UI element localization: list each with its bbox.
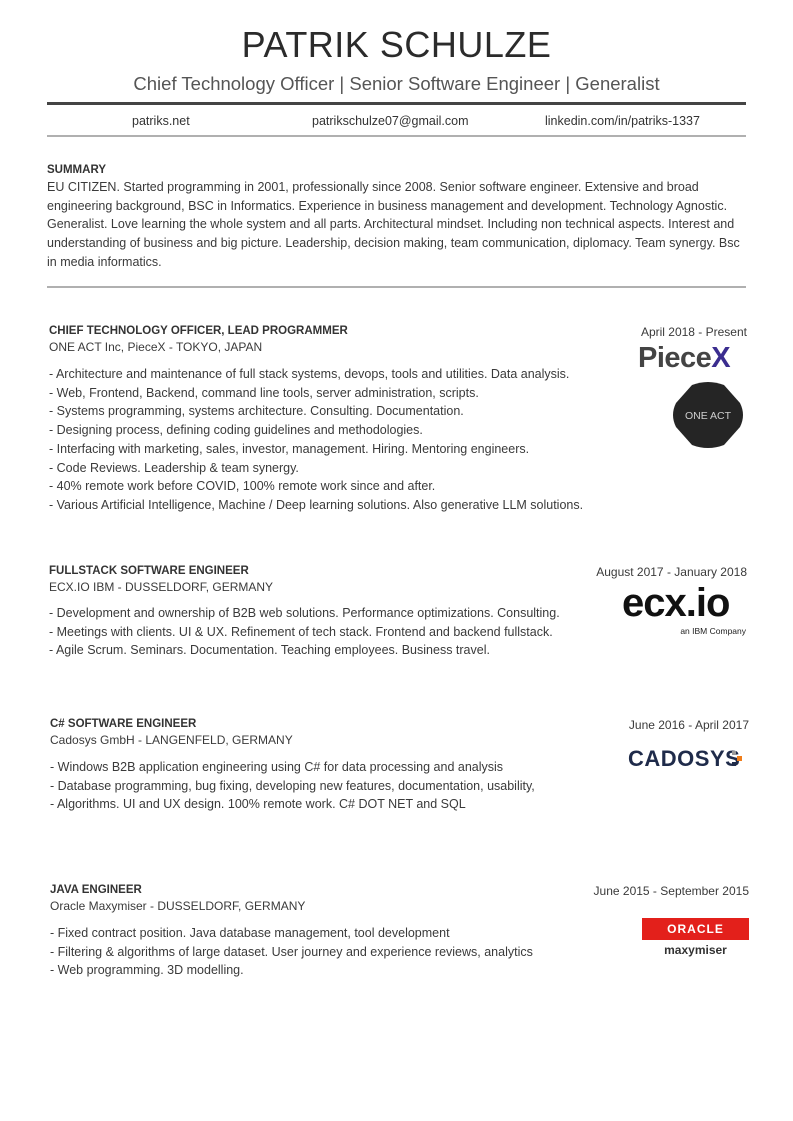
cadosys-logo: CADOSYS [628, 746, 742, 772]
summary-divider [47, 286, 746, 288]
ecxio-logo: ecx.io an IBM Company [622, 583, 746, 636]
oracle-logo-text: ORACLE [642, 918, 749, 940]
job-bullet: Development and ownership of B2B web sol… [49, 604, 624, 623]
cadosys-logo-text: CADOSYS [628, 746, 741, 771]
job-bullets: Development and ownership of B2B web sol… [49, 604, 624, 660]
summary-heading: SUMMARY [47, 164, 106, 176]
website-link[interactable]: patriks.net [132, 114, 190, 128]
job-date: August 2017 - January 2018 [596, 565, 747, 579]
job-bullets: Architecture and maintenance of full sta… [49, 365, 639, 515]
job-bullet: Windows B2B application engineering usin… [50, 758, 610, 777]
job-title: JAVA ENGINEER [50, 884, 142, 896]
job-bullet: 40% remote work before COVID, 100% remot… [49, 477, 639, 496]
email-link[interactable]: patrikschulze07@gmail.com [312, 114, 469, 128]
piecex-logo: PieceX [638, 342, 731, 375]
maxymiser-logo-text: maxymiser [664, 943, 727, 957]
job-bullet: Meetings with clients. UI & UX. Refineme… [49, 623, 624, 642]
oracle-maxymiser-logo: ORACLE maxymiser [642, 918, 749, 957]
job-bullet: Various Artificial Intelligence, Machine… [49, 496, 639, 515]
job-company: ECX.IO IBM - DUSSELDORF, GERMANY [49, 580, 274, 594]
job-date: June 2015 - September 2015 [593, 884, 749, 898]
cadosys-logo-mark [732, 751, 742, 766]
ecxio-logo-text: ecx.io [622, 581, 730, 625]
job-bullet: Designing process, defining coding guide… [49, 421, 639, 440]
job-bullet: Web, Frontend, Backend, command line too… [49, 384, 639, 403]
summary-text: EU CITIZEN. Started programming in 2001,… [47, 180, 740, 269]
job-bullet: Algorithms. UI and UX design. 100% remot… [50, 795, 610, 814]
job-date: June 2016 - April 2017 [628, 718, 749, 732]
job-company: Cadosys GmbH - LANGENFELD, GERMANY [50, 733, 293, 747]
job-company: ONE ACT Inc, PieceX - TOKYO, JAPAN [49, 340, 263, 354]
job-bullet: Agile Scrum. Seminars. Documentation. Te… [49, 641, 624, 660]
piecex-logo-accent: X [711, 342, 731, 374]
job-title: C# SOFTWARE ENGINEER [50, 718, 197, 730]
job-bullet: Systems programming, systems architectur… [49, 402, 639, 421]
job-bullets: Fixed contract position. Java database m… [50, 924, 610, 980]
job-bullet: Interfacing with marketing, sales, inves… [49, 440, 639, 459]
job-title: FULLSTACK SOFTWARE ENGINEER [49, 565, 249, 577]
job-bullet: Web programming. 3D modelling. [50, 961, 610, 980]
oneact-logo-text: ONE ACT [685, 410, 732, 422]
job-date: April 2018 - Present [640, 325, 747, 339]
job-bullets: Windows B2B application engineering usin… [50, 758, 610, 814]
contact-divider [47, 135, 746, 137]
linkedin-link[interactable]: linkedin.com/in/patriks-1337 [545, 114, 700, 128]
job-bullet: Database programming, bug fixing, develo… [50, 777, 610, 796]
header-divider [47, 102, 746, 105]
candidate-subtitle: Chief Technology Officer | Senior Softwa… [133, 73, 660, 94]
job-company: Oracle Maxymiser - DUSSELDORF, GERMANY [50, 899, 306, 913]
job-title: CHIEF TECHNOLOGY OFFICER, LEAD PROGRAMME… [49, 325, 348, 337]
ecxio-logo-subtext: an IBM Company [680, 626, 746, 636]
oneact-logo: ONE ACT [673, 382, 743, 448]
job-bullet: Architecture and maintenance of full sta… [49, 365, 639, 384]
piecex-logo-text: Piece [638, 342, 712, 374]
job-bullet: Fixed contract position. Java database m… [50, 924, 610, 943]
job-bullet: Filtering & algorithms of large dataset.… [50, 943, 610, 962]
candidate-name: PATRIK SCHULZE [241, 24, 552, 65]
job-bullet: Code Reviews. Leadership & team synergy. [49, 459, 639, 478]
